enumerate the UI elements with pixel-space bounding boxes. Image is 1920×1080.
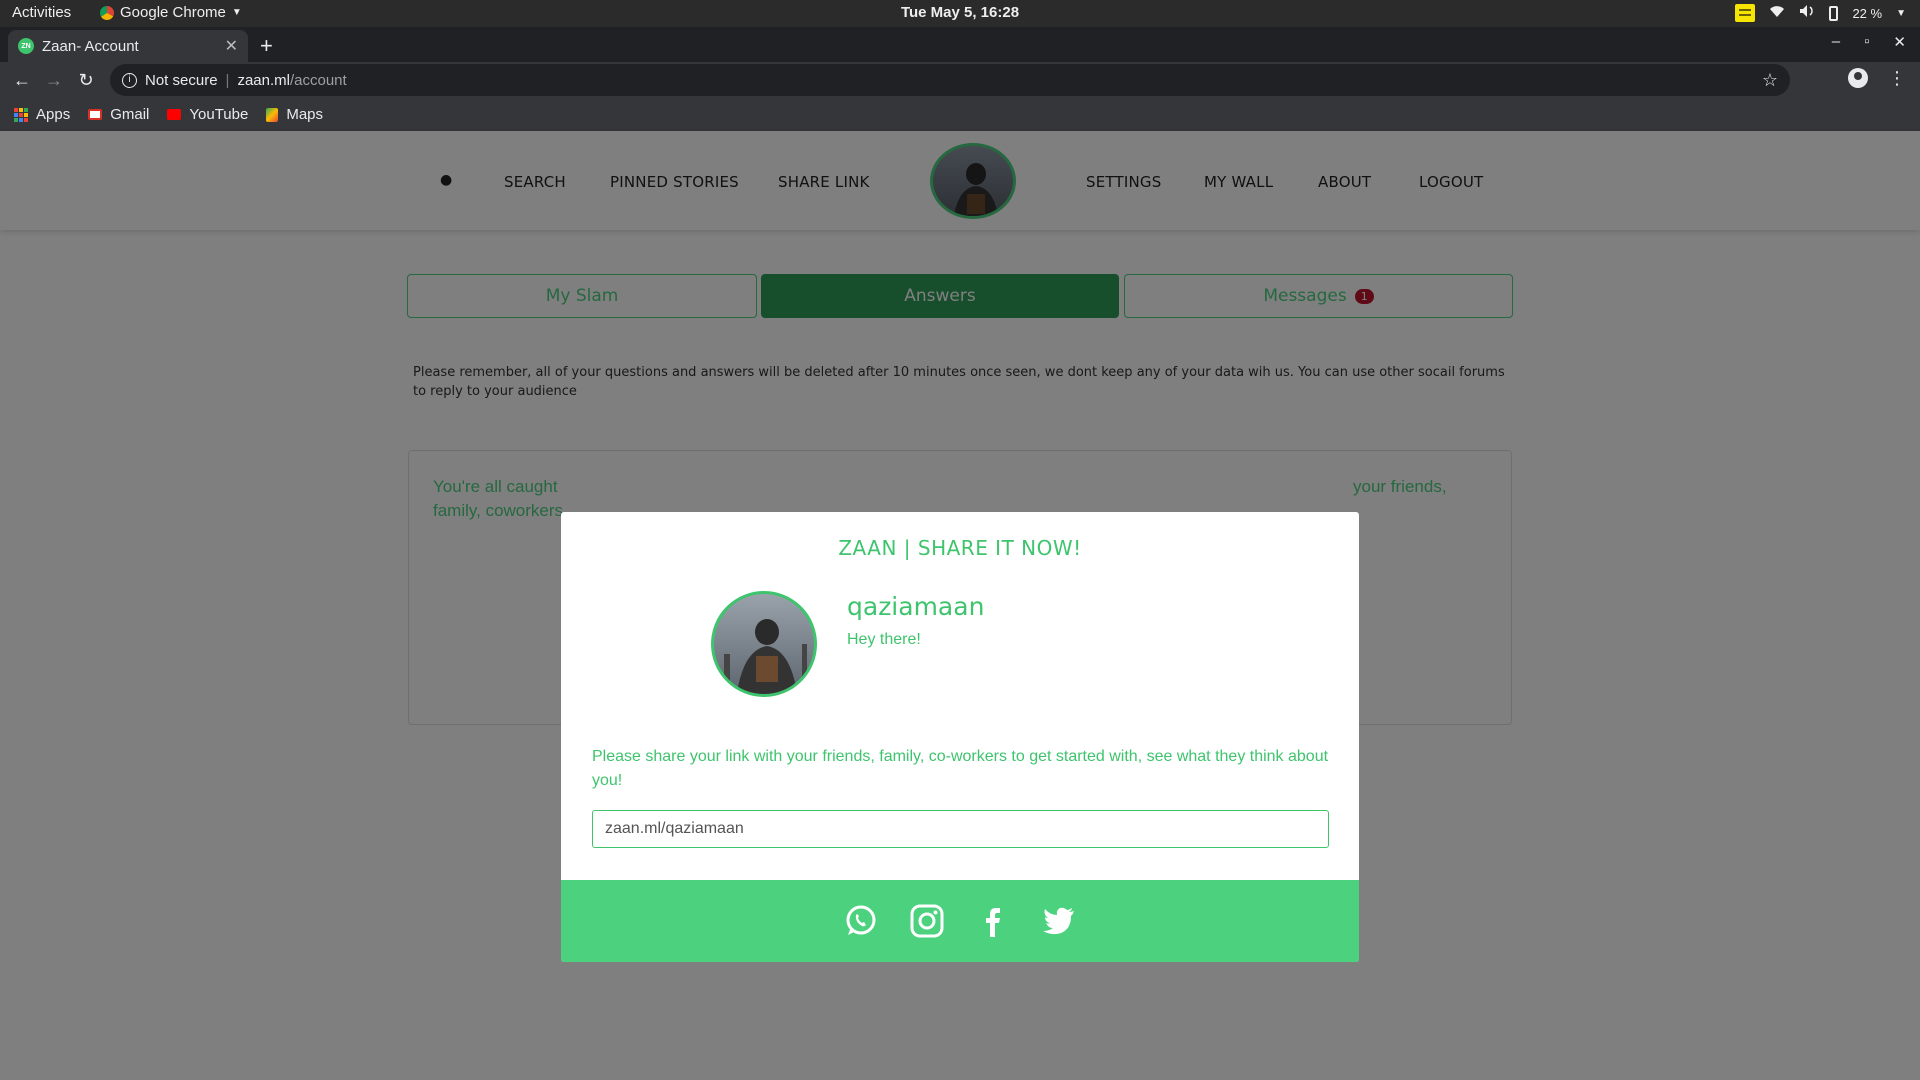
instagram-icon[interactable] bbox=[910, 904, 944, 938]
browser-toolbar: ← → ↻ i Not secure | zaan.ml/account ☆ ⋮ bbox=[0, 62, 1920, 98]
maps-icon bbox=[266, 107, 279, 122]
app-name: Google Chrome bbox=[120, 4, 226, 21]
maximize-icon[interactable]: ▫ bbox=[1864, 33, 1869, 51]
chevron-down-icon[interactable]: ▼ bbox=[1896, 8, 1906, 19]
tab-strip: ZN Zaan- Account ✕ + – ▫ ✕ bbox=[0, 27, 1920, 62]
battery-percent[interactable]: 22 % bbox=[1852, 6, 1882, 21]
security-label[interactable]: Not secure bbox=[145, 72, 218, 89]
share-link-input[interactable] bbox=[592, 810, 1329, 848]
app-menu[interactable]: Google Chrome ▼ bbox=[100, 4, 242, 21]
url-host: zaan.ml bbox=[237, 71, 290, 89]
twitter-icon[interactable] bbox=[1042, 904, 1076, 938]
facebook-icon[interactable] bbox=[976, 904, 1010, 938]
social-share-bar bbox=[561, 880, 1359, 962]
address-bar[interactable]: i Not secure | zaan.ml/account ☆ bbox=[110, 64, 1790, 96]
bookmarks-bar: Apps Gmail YouTube Maps bbox=[0, 98, 1920, 131]
chrome-icon bbox=[100, 5, 114, 20]
bookmark-apps[interactable]: Apps bbox=[14, 106, 70, 123]
new-tab-icon[interactable]: + bbox=[260, 33, 273, 59]
page: ● SEARCH PINNED STORIES SHARE LINK SETTI… bbox=[0, 131, 1920, 1080]
modal-title: ZAAN | SHARE IT NOW! bbox=[838, 536, 1082, 560]
whatsapp-icon[interactable] bbox=[844, 904, 878, 938]
volume-icon[interactable] bbox=[1799, 4, 1815, 22]
bookmark-star-icon[interactable]: ☆ bbox=[1762, 70, 1778, 91]
notes-icon[interactable] bbox=[1735, 4, 1756, 22]
reload-icon[interactable]: ↻ bbox=[70, 70, 102, 91]
bookmark-label: Maps bbox=[286, 106, 324, 123]
bookmark-label: Gmail bbox=[110, 106, 150, 123]
browser-chrome: ZN Zaan- Account ✕ + – ▫ ✕ ← → ↻ i Not s… bbox=[0, 27, 1920, 131]
bookmark-label: Apps bbox=[36, 106, 71, 123]
minimize-icon[interactable]: – bbox=[1832, 33, 1840, 51]
battery-icon[interactable] bbox=[1829, 5, 1839, 21]
wifi-icon[interactable] bbox=[1769, 4, 1785, 22]
youtube-icon bbox=[167, 109, 182, 120]
bookmark-maps[interactable]: Maps bbox=[266, 106, 323, 123]
profile-icon[interactable] bbox=[1848, 68, 1868, 88]
divider: | bbox=[225, 71, 230, 89]
bookmark-gmail[interactable]: Gmail bbox=[88, 106, 149, 123]
user-avatar bbox=[711, 591, 817, 697]
back-icon[interactable]: ← bbox=[6, 70, 38, 91]
menu-dots-icon[interactable]: ⋮ bbox=[1888, 68, 1906, 89]
url-path: /account bbox=[289, 71, 347, 89]
tab-title: Zaan- Account bbox=[42, 37, 139, 55]
username: qaziamaan bbox=[847, 592, 985, 621]
share-instructions: Please share your link with your friends… bbox=[592, 748, 1329, 789]
user-bio: Hey there! bbox=[847, 631, 921, 648]
bookmark-label: YouTube bbox=[189, 106, 249, 123]
apps-grid-icon bbox=[14, 107, 28, 122]
close-icon[interactable]: ✕ bbox=[225, 36, 238, 56]
browser-tab[interactable]: ZN Zaan- Account ✕ bbox=[8, 30, 248, 62]
chevron-down-icon: ▼ bbox=[231, 7, 242, 18]
info-icon[interactable]: i bbox=[122, 72, 137, 88]
gmail-icon bbox=[88, 109, 103, 120]
clock[interactable]: Tue May 5, 16:28 bbox=[901, 4, 1019, 21]
forward-icon[interactable]: → bbox=[38, 70, 70, 91]
bookmark-youtube[interactable]: YouTube bbox=[167, 106, 248, 123]
site-favicon: ZN bbox=[18, 38, 34, 54]
close-window-icon[interactable]: ✕ bbox=[1893, 33, 1906, 51]
activities-button[interactable]: Activities bbox=[12, 4, 71, 21]
share-modal: ZAAN | SHARE IT NOW! qaziamaan Hey there… bbox=[561, 512, 1359, 962]
system-top-bar: Activities Google Chrome ▼ Tue May 5, 16… bbox=[0, 0, 1920, 27]
